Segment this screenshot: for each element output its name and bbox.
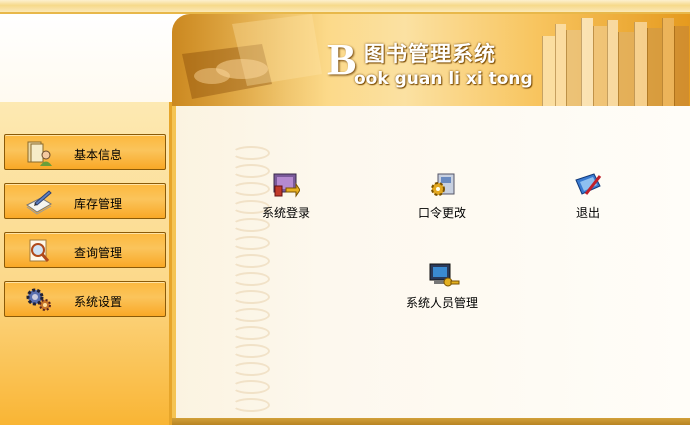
password-change-icon bbox=[428, 172, 456, 198]
top-stripe bbox=[0, 0, 690, 12]
sidebar-item-basic-info[interactable]: 基本信息 bbox=[4, 134, 166, 170]
app-title-pinyin: ook guan li xi tong bbox=[354, 69, 533, 89]
login-icon bbox=[272, 172, 301, 198]
sidebar-item-label: 库存管理 bbox=[74, 197, 123, 211]
exit-icon bbox=[574, 172, 602, 198]
header-banner: B 图书管理系统 ook guan li xi tong bbox=[172, 14, 690, 106]
search-document-icon bbox=[25, 238, 53, 264]
left-header-blank bbox=[0, 14, 172, 102]
laptop-hands-illustration bbox=[182, 14, 322, 99]
sidebar-item-label: 系统设置 bbox=[74, 295, 123, 309]
book-user-icon bbox=[25, 140, 53, 166]
sidebar-item-query[interactable]: 查询管理 bbox=[4, 232, 166, 268]
change-password-label: 口令更改 bbox=[417, 206, 466, 220]
bookshelf-photo bbox=[537, 14, 690, 106]
gears-icon bbox=[25, 287, 53, 313]
laptop-photo bbox=[172, 14, 327, 106]
staff-management-label: 系统人员管理 bbox=[405, 296, 478, 310]
login-button[interactable]: 系统登录 bbox=[256, 172, 316, 221]
sidebar-item-label: 基本信息 bbox=[74, 148, 123, 162]
exit-label: 退出 bbox=[575, 206, 600, 220]
change-password-button[interactable]: 口令更改 bbox=[412, 172, 472, 221]
computer-key-icon bbox=[428, 262, 460, 288]
title-initial: B bbox=[327, 35, 357, 84]
bottom-border bbox=[172, 418, 690, 425]
exit-button[interactable]: 退出 bbox=[568, 172, 608, 221]
notepad-pen-icon bbox=[25, 189, 53, 215]
staff-management-button[interactable]: 系统人员管理 bbox=[400, 262, 484, 311]
app-title: 图书管理系统 bbox=[364, 42, 496, 66]
login-label: 系统登录 bbox=[261, 206, 310, 220]
sidebar-item-label: 查询管理 bbox=[74, 246, 123, 260]
sidebar-item-settings[interactable]: 系统设置 bbox=[4, 281, 166, 317]
sidebar-item-inventory[interactable]: 库存管理 bbox=[4, 183, 166, 219]
